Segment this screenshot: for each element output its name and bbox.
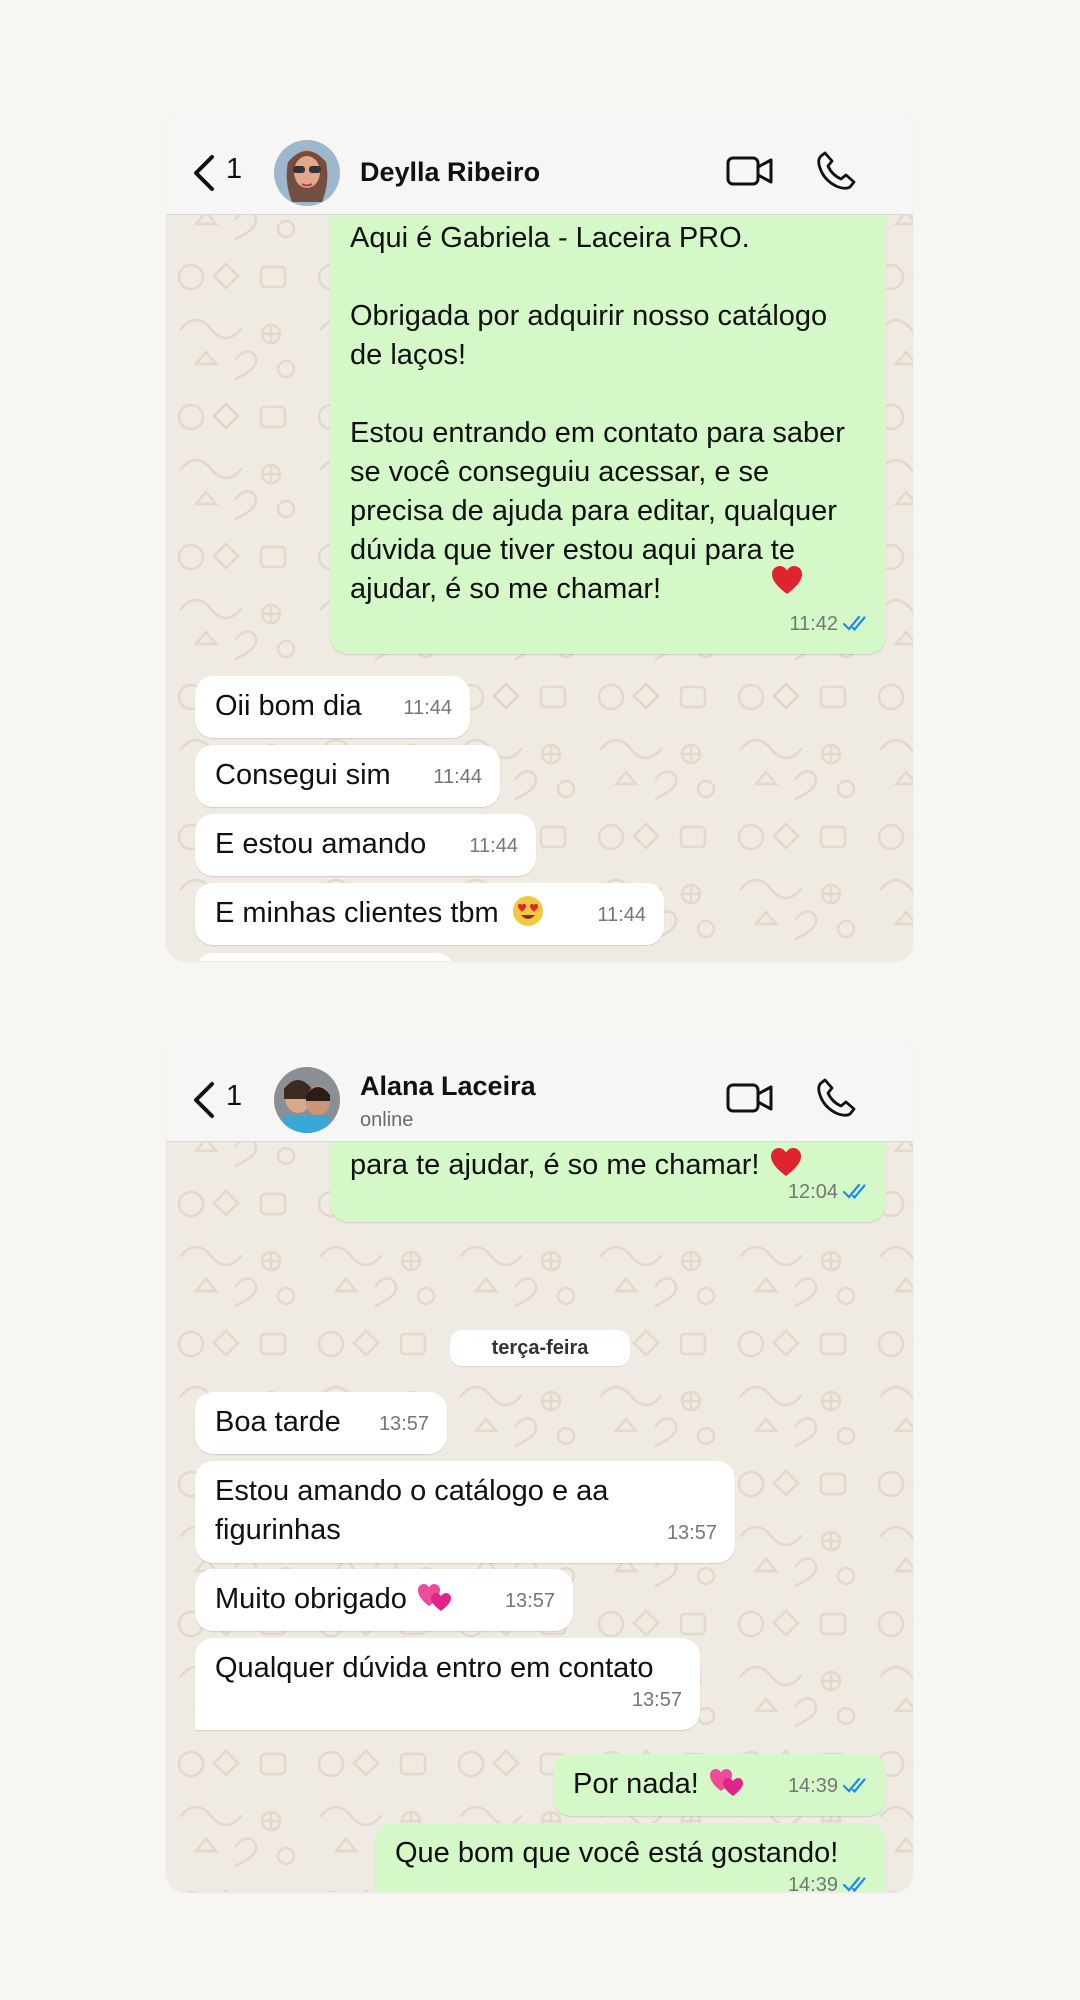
message-bubble-incoming-clipped[interactable] bbox=[195, 953, 455, 961]
message-bubble-incoming[interactable]: Boa tarde 13:57 bbox=[195, 1392, 447, 1454]
message-bubble-incoming[interactable]: Muito obrigado 13:57 bbox=[195, 1569, 573, 1631]
message-bubble-incoming[interactable]: Estou amando o catálogo e aa figurinhas … bbox=[195, 1461, 735, 1563]
contact-status: online bbox=[360, 1109, 414, 1131]
two-hearts-emoji-icon bbox=[699, 1768, 743, 1800]
video-call-icon[interactable] bbox=[726, 1080, 774, 1116]
message-time: 13:57 bbox=[666, 1522, 717, 1544]
back-chevron-icon[interactable] bbox=[188, 153, 222, 193]
heart-emoji-icon bbox=[766, 564, 804, 603]
message-text: Por nada! bbox=[573, 1768, 699, 1800]
message-bubble-incoming[interactable]: Oii bom dia 11:44 bbox=[195, 676, 470, 738]
heart-eyes-emoji-icon bbox=[499, 896, 545, 929]
message-text: para te ajudar, é so me chamar! bbox=[350, 1149, 760, 1181]
back-unread-count[interactable]: 1 bbox=[226, 153, 242, 186]
chat-header: 1 Alana Laceira online bbox=[166, 1036, 913, 1142]
two-hearts-emoji-icon bbox=[407, 1583, 451, 1615]
message-time: 11:44 bbox=[597, 904, 646, 926]
message-time: 13:57 bbox=[504, 1590, 555, 1612]
message-time: 13:57 bbox=[631, 1689, 682, 1711]
message-bubble-incoming[interactable]: E minhas clientes tbm 11:44 bbox=[195, 883, 664, 945]
avatar[interactable] bbox=[274, 1067, 340, 1133]
chat-screenshot-deylla: 1 Deylla Ribeiro Aqui é Gabriela - Lacei… bbox=[166, 109, 913, 961]
message-text: Qualquer dúvida entro em contato bbox=[215, 1652, 654, 1684]
read-ticks-icon bbox=[842, 1183, 866, 1200]
message-bubble-outgoing[interactable]: Aqui é Gabriela - Laceira PRO. Obrigada … bbox=[330, 185, 886, 654]
back-unread-count[interactable]: 1 bbox=[226, 1080, 242, 1113]
chat-header: 1 Deylla Ribeiro bbox=[166, 109, 913, 215]
read-ticks-icon bbox=[842, 1777, 866, 1794]
message-text: Estou amando o catálogo e aa figurinhas bbox=[215, 1475, 617, 1546]
message-time: 11:42 bbox=[789, 605, 870, 644]
contact-name[interactable]: Alana Laceira bbox=[360, 1071, 536, 1102]
message-bubble-incoming[interactable]: Consegui sim 11:44 bbox=[195, 745, 500, 807]
message-list[interactable]: para te ajudar, é so me chamar! 12:04 te… bbox=[166, 1122, 913, 1892]
message-bubble-outgoing[interactable]: Que bom que você está gostando! 14:39 bbox=[375, 1823, 886, 1892]
avatar[interactable] bbox=[274, 140, 340, 206]
message-text: Muito obrigado bbox=[215, 1583, 407, 1615]
phone-icon[interactable] bbox=[816, 150, 856, 190]
date-separator: terça-feira bbox=[450, 1330, 630, 1366]
contact-name[interactable]: Deylla Ribeiro bbox=[360, 157, 540, 188]
message-text: E minhas clientes tbm bbox=[215, 897, 499, 929]
back-chevron-icon[interactable] bbox=[188, 1080, 222, 1120]
message-text: Aqui é Gabriela - Laceira PRO. Obrigada … bbox=[350, 222, 845, 605]
message-time: 11:44 bbox=[469, 835, 518, 857]
read-ticks-icon bbox=[842, 1876, 866, 1892]
message-time: 11:44 bbox=[433, 766, 482, 788]
message-time: 12:04 bbox=[788, 1173, 870, 1212]
read-ticks-icon bbox=[842, 615, 866, 632]
message-time: 13:57 bbox=[378, 1413, 429, 1435]
chat-screenshot-alana: 1 Alana Laceira online para te ajudar, é… bbox=[166, 1036, 913, 1892]
message-time: 14:39 bbox=[788, 1767, 870, 1806]
phone-icon[interactable] bbox=[816, 1077, 856, 1117]
message-time: 11:44 bbox=[403, 697, 452, 719]
message-bubble-incoming[interactable]: E estou amando 11:44 bbox=[195, 814, 536, 876]
video-call-icon[interactable] bbox=[726, 153, 774, 189]
message-bubble-outgoing[interactable]: Por nada! 14:39 bbox=[553, 1754, 886, 1816]
message-bubble-incoming[interactable]: Qualquer dúvida entro em contato 13:57 bbox=[195, 1638, 700, 1730]
message-list[interactable]: Aqui é Gabriela - Laceira PRO. Obrigada … bbox=[166, 185, 913, 961]
message-time: 14:39 bbox=[788, 1866, 870, 1892]
